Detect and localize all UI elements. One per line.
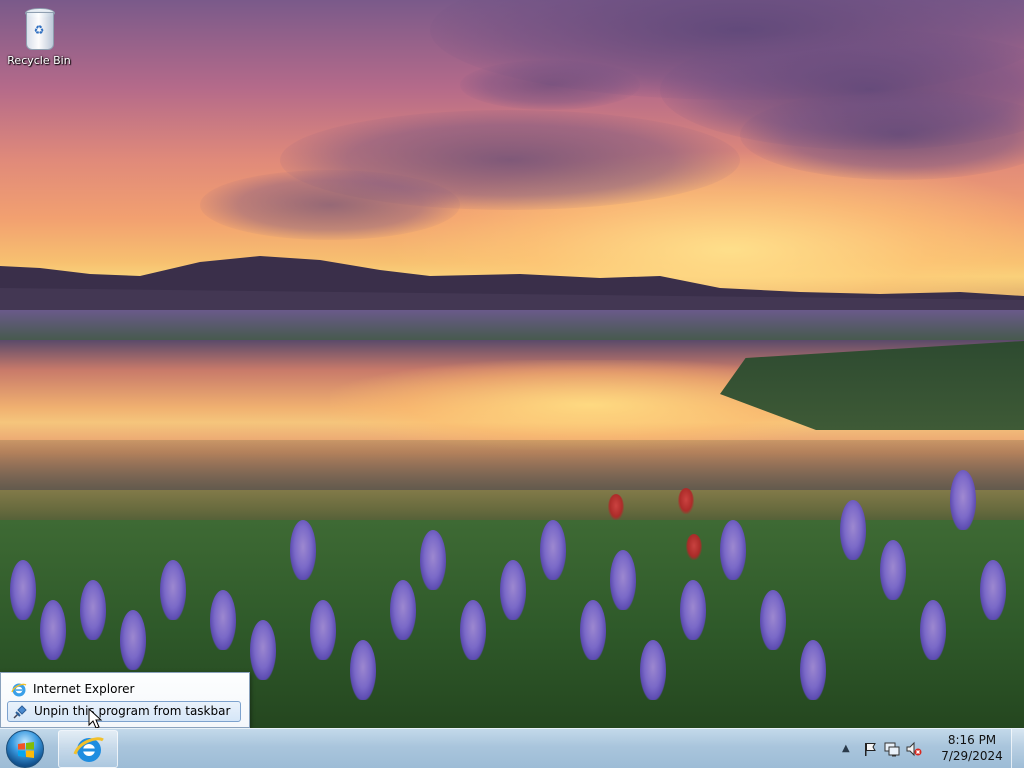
system-tray: ▲ 8:16 PM 7/29/2024	[834, 729, 1024, 768]
internet-explorer-icon	[11, 682, 27, 698]
wallpaper-flower	[980, 560, 1006, 620]
wallpaper-flower	[250, 620, 276, 680]
wallpaper-cloud	[200, 170, 460, 240]
show-hidden-icons-chevron-icon[interactable]: ▲	[842, 743, 858, 759]
volume-muted-icon[interactable]	[906, 741, 922, 757]
wallpaper-flower	[160, 560, 186, 620]
network-icon[interactable]	[884, 741, 900, 757]
wallpaper-flower	[120, 610, 146, 670]
wallpaper-flower	[760, 590, 786, 650]
desktop-icon-label: Recycle Bin	[7, 54, 71, 67]
wallpaper-flower	[920, 600, 946, 660]
wallpaper-flower	[500, 560, 526, 620]
taskbar-pinned-internet-explorer[interactable]	[58, 730, 118, 768]
start-button[interactable]	[6, 730, 44, 768]
windows-logo-icon	[18, 742, 34, 758]
wallpaper-flower	[610, 550, 636, 610]
wallpaper-flower	[290, 520, 316, 580]
wallpaper-cloud	[460, 60, 640, 110]
wallpaper-flower	[950, 470, 976, 530]
internet-explorer-icon	[73, 737, 104, 762]
wallpaper-flower	[680, 580, 706, 640]
jump-list-item-internet-explorer[interactable]: Internet Explorer	[7, 679, 241, 700]
wallpaper-flower	[840, 500, 866, 560]
recycle-bin-icon: ♻	[22, 6, 56, 50]
wallpaper-flower	[460, 600, 486, 660]
show-desktop-button[interactable]	[1011, 729, 1024, 768]
mouse-cursor-icon	[88, 708, 103, 729]
clock-date: 7/29/2024	[941, 749, 1003, 763]
taskbar-jump-list: Internet Explorer Unpin this program fro…	[0, 672, 250, 728]
wallpaper-flower	[800, 640, 826, 700]
wallpaper-flower	[678, 488, 694, 514]
wallpaper-flower	[390, 580, 416, 640]
wallpaper-flower	[10, 560, 36, 620]
wallpaper-flower	[210, 590, 236, 650]
wallpaper-flower	[350, 640, 376, 700]
jump-list-item-label: Internet Explorer	[33, 682, 135, 696]
wallpaper-flower	[310, 600, 336, 660]
wallpaper-flower	[420, 530, 446, 590]
desktop[interactable]	[0, 0, 1024, 728]
taskbar: ▲ 8:16 PM 7/29/2024	[0, 728, 1024, 768]
desktop-icon-recycle-bin[interactable]: ♻ Recycle Bin	[6, 6, 72, 76]
wallpaper-flower	[40, 600, 66, 660]
unpin-icon	[12, 704, 28, 720]
wallpaper-flower	[640, 640, 666, 700]
wallpaper-flower	[580, 600, 606, 660]
wallpaper-flower	[540, 520, 566, 580]
action-center-flag-icon[interactable]	[862, 741, 878, 757]
clock-time: 8:16 PM	[947, 733, 997, 747]
wallpaper-flower	[686, 534, 702, 560]
taskbar-clock[interactable]: 8:16 PM 7/29/2024	[932, 732, 1012, 764]
jump-list-item-label: Unpin this program from taskbar	[34, 704, 231, 718]
wallpaper-flower	[880, 540, 906, 600]
wallpaper-flower	[720, 520, 746, 580]
wallpaper-flower	[608, 494, 624, 520]
jump-list-item-unpin[interactable]: Unpin this program from taskbar	[7, 701, 241, 722]
wallpaper-flower	[80, 580, 106, 640]
